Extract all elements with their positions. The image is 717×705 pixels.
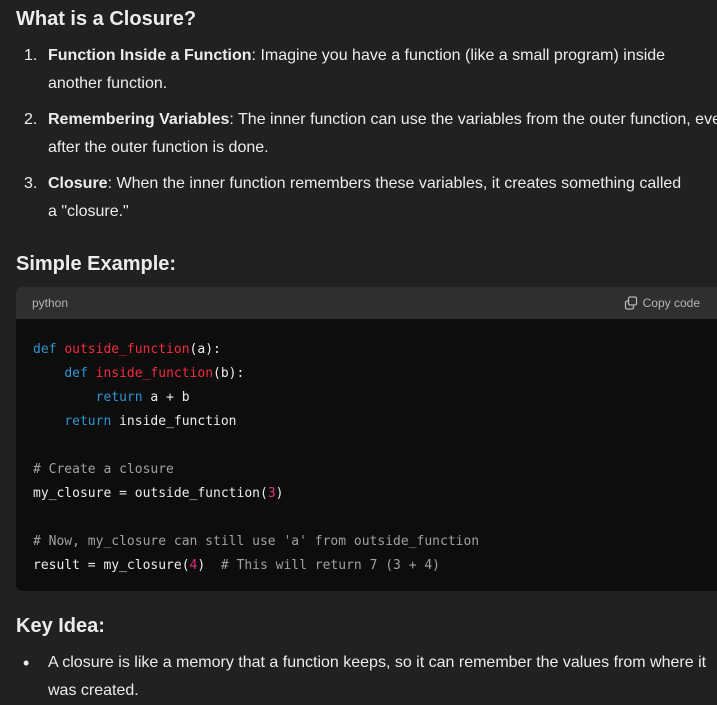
code-line: def inside_function(b): [64,366,245,381]
list-number: 3. [24,175,38,192]
chat-response: What is a Closure? 1. Function Inside a F… [0,0,717,705]
code-line: def outside_function(a): [33,342,221,357]
bullet-dot: • [23,653,30,673]
code-line: # Now, my_closure can still use 'a' from… [33,534,480,549]
code-line: my_closure = outside_function(3) [33,486,284,501]
list-number: 1. [24,47,38,64]
code-line: result = my_closure(4) # This will retur… [33,558,441,573]
list-item: 2. Remembering Variables: The inner funct… [0,106,717,162]
step-text: : When the inner function remembers thes… [48,175,682,220]
code-line: # Create a closure [33,462,174,477]
copy-code-label: Copy code [642,296,700,310]
list-item: • A closure is like a memory that a funct… [0,649,713,705]
code-language-label: python [32,296,69,310]
list-item: 3. Closure: When the inner function remem… [0,170,688,226]
list-item: 1. Function Inside a Function: Imagine yo… [0,42,717,98]
copy-icon [624,296,637,310]
step-title: Closure [48,175,108,192]
heading-what-is-closure: What is a Closure? [16,8,197,30]
code-line: return inside_function [64,414,237,429]
step-title: Function Inside a Function [48,47,252,64]
code-content: def outside_function(a): def inside_func… [16,319,717,578]
steps-list: 1. Function Inside a Function: Imagine yo… [0,42,717,234]
heading-key-idea: Key Idea: [16,615,105,637]
copy-code-button[interactable]: Copy code [624,296,700,310]
key-idea-list: • A closure is like a memory that a funct… [0,649,717,705]
code-block-header: python Copy code [16,287,717,319]
code-block: python Copy code def outside_function(a)… [16,287,717,591]
heading-simple-example: Simple Example: [16,253,177,275]
key-idea-text: A closure is like a memory that a functi… [48,654,707,699]
list-number: 2. [24,111,38,128]
step-title: Remembering Variables [48,111,230,128]
code-line: return a + b [95,390,190,405]
